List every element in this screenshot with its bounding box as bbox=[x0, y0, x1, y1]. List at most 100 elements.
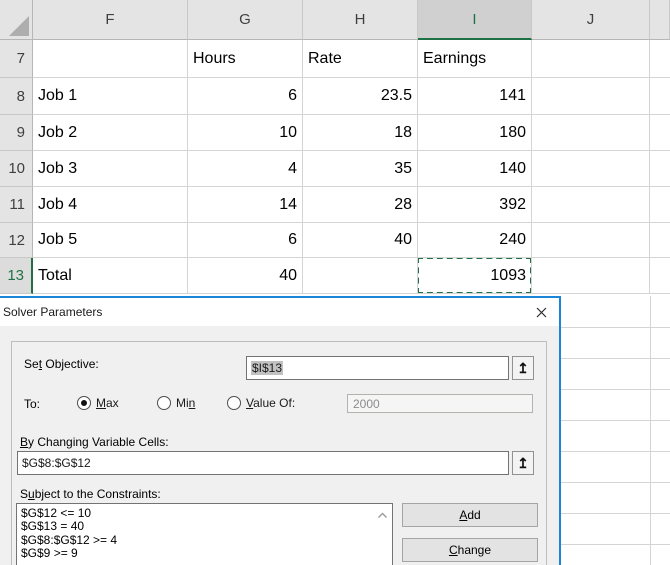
cell-F11[interactable]: Job 4 bbox=[33, 187, 188, 223]
close-icon bbox=[536, 307, 547, 318]
cell-K10[interactable] bbox=[650, 151, 670, 187]
cell-K11[interactable] bbox=[650, 187, 670, 223]
by-changing-cells-label: By Changing Variable Cells: bbox=[20, 435, 169, 449]
column-header-j[interactable]: J bbox=[532, 0, 650, 40]
cell-H8[interactable]: 23.5 bbox=[303, 78, 418, 115]
column-header-g[interactable]: G bbox=[188, 0, 303, 40]
dialog-titlebar[interactable]: Solver Parameters bbox=[0, 298, 559, 326]
column-header-row: F G H I J bbox=[0, 0, 670, 40]
row-13: 13 Total 40 1093 bbox=[0, 258, 670, 294]
column-header-k[interactable] bbox=[650, 0, 670, 40]
set-objective-input[interactable]: $I$13 bbox=[246, 356, 509, 380]
excel-window: F G H I J 7 Hours Rate Earnings 8 Job 1 … bbox=[0, 0, 670, 565]
row-7: 7 Hours Rate Earnings bbox=[0, 40, 670, 78]
cell-F12[interactable]: Job 5 bbox=[33, 223, 188, 258]
row-header-7[interactable]: 7 bbox=[0, 40, 33, 78]
cell-F7[interactable] bbox=[33, 40, 188, 78]
to-label: To: bbox=[24, 397, 40, 411]
row-header-8[interactable]: 8 bbox=[0, 78, 33, 115]
changing-range-selector-button[interactable]: ↥ bbox=[512, 451, 534, 475]
max-label: Max bbox=[96, 396, 119, 410]
row-header-10[interactable]: 10 bbox=[0, 151, 33, 187]
cell-H10[interactable]: 35 bbox=[303, 151, 418, 187]
cell-F13[interactable]: Total bbox=[33, 258, 188, 294]
cell-F10[interactable]: Job 3 bbox=[33, 151, 188, 187]
cell-H9[interactable]: 18 bbox=[303, 115, 418, 151]
solver-parameters-dialog: Solver Parameters Set Objective: $I$13 ↥… bbox=[0, 296, 561, 565]
cell-G12[interactable]: 6 bbox=[188, 223, 303, 258]
select-all-triangle-icon bbox=[9, 16, 29, 36]
constraint-item[interactable]: $G$13 = 40 bbox=[21, 520, 392, 533]
cell-K8[interactable] bbox=[650, 78, 670, 115]
cell-I13-value: 1093 bbox=[490, 267, 526, 285]
cell-J7[interactable] bbox=[532, 40, 650, 78]
cell-F8[interactable]: Job 1 bbox=[33, 78, 188, 115]
max-radio-group: Max bbox=[77, 396, 119, 410]
constraint-item[interactable]: $G$9 >= 9 bbox=[21, 547, 392, 560]
radio-value-of[interactable] bbox=[227, 396, 241, 410]
cell-I10[interactable]: 140 bbox=[418, 151, 532, 187]
column-header-h[interactable]: H bbox=[303, 0, 418, 40]
row-10: 10 Job 3 4 35 140 bbox=[0, 151, 670, 187]
radio-min[interactable] bbox=[157, 396, 171, 410]
min-radio-group: Min bbox=[157, 396, 195, 410]
add-button[interactable]: Add bbox=[402, 503, 538, 527]
cell-I12[interactable]: 240 bbox=[418, 223, 532, 258]
cell-J11[interactable] bbox=[532, 187, 650, 223]
cell-G7[interactable]: Hours bbox=[188, 40, 303, 78]
min-label: Min bbox=[176, 396, 195, 410]
close-button[interactable] bbox=[525, 298, 557, 326]
changing-cells-input[interactable]: $G$8:$G$12 bbox=[17, 451, 509, 475]
cell-H11[interactable]: 28 bbox=[303, 187, 418, 223]
row-12: 12 Job 5 6 40 240 bbox=[0, 223, 670, 258]
cell-K7[interactable] bbox=[650, 40, 670, 78]
cell-H12[interactable]: 40 bbox=[303, 223, 418, 258]
row-8: 8 Job 1 6 23.5 141 bbox=[0, 78, 670, 115]
cell-I11[interactable]: 392 bbox=[418, 187, 532, 223]
cell-G10[interactable]: 4 bbox=[188, 151, 303, 187]
constraint-item[interactable]: $G$8:$G$12 >= 4 bbox=[21, 534, 392, 547]
cell-K13[interactable] bbox=[650, 258, 670, 294]
cell-I13-selected[interactable]: 1093 bbox=[418, 258, 532, 294]
cell-I9[interactable]: 180 bbox=[418, 115, 532, 151]
change-button[interactable]: Change bbox=[402, 538, 538, 562]
column-header-f[interactable]: F bbox=[33, 0, 188, 40]
cell-F9[interactable]: Job 2 bbox=[33, 115, 188, 151]
spreadsheet-grid: F G H I J 7 Hours Rate Earnings 8 Job 1 … bbox=[0, 0, 670, 294]
select-all-corner[interactable] bbox=[0, 0, 33, 40]
set-objective-label: Set Objective: bbox=[24, 357, 99, 371]
cell-K9[interactable] bbox=[650, 115, 670, 151]
radio-max[interactable] bbox=[77, 396, 91, 410]
cell-G11[interactable]: 14 bbox=[188, 187, 303, 223]
row-header-13[interactable]: 13 bbox=[0, 258, 33, 294]
constraint-item[interactable]: $G$12 <= 10 bbox=[21, 507, 392, 520]
row-9: 9 Job 2 10 18 180 bbox=[0, 115, 670, 151]
dialog-title: Solver Parameters bbox=[3, 298, 102, 326]
column-header-i[interactable]: I bbox=[418, 0, 532, 40]
cell-G9[interactable]: 10 bbox=[188, 115, 303, 151]
value-of-input[interactable]: 2000 bbox=[347, 394, 533, 413]
cell-I7[interactable]: Earnings bbox=[418, 40, 532, 78]
constraints-label: Subject to the Constraints: bbox=[20, 487, 161, 501]
cell-G13[interactable]: 40 bbox=[188, 258, 303, 294]
row-11: 11 Job 4 14 28 392 bbox=[0, 187, 670, 223]
row-header-12[interactable]: 12 bbox=[0, 223, 33, 258]
cell-K12[interactable] bbox=[650, 223, 670, 258]
value-of-radio-group: Value Of: bbox=[227, 396, 295, 410]
cell-J10[interactable] bbox=[532, 151, 650, 187]
scrollbar-up-icon[interactable] bbox=[377, 508, 388, 522]
cell-J9[interactable] bbox=[532, 115, 650, 151]
cell-H13[interactable] bbox=[303, 258, 418, 294]
cell-J13[interactable] bbox=[532, 258, 650, 294]
row-header-11[interactable]: 11 bbox=[0, 187, 33, 223]
grid-continuation bbox=[561, 296, 670, 565]
cell-J8[interactable] bbox=[532, 78, 650, 115]
constraints-listbox[interactable]: $G$12 <= 10 $G$13 = 40 $G$8:$G$12 >= 4 $… bbox=[16, 503, 393, 565]
cell-J12[interactable] bbox=[532, 223, 650, 258]
row-header-9[interactable]: 9 bbox=[0, 115, 33, 151]
objective-range-selector-button[interactable]: ↥ bbox=[512, 356, 534, 380]
cell-H7[interactable]: Rate bbox=[303, 40, 418, 78]
cell-G8[interactable]: 6 bbox=[188, 78, 303, 115]
objective-selected-text: $I$13 bbox=[251, 361, 283, 375]
cell-I8[interactable]: 141 bbox=[418, 78, 532, 115]
